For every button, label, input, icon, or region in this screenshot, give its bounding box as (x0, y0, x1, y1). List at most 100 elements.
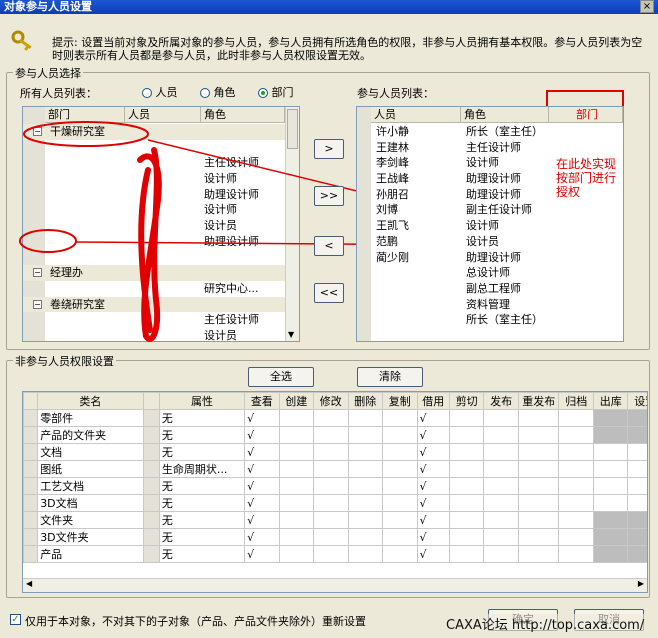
radio-person-circle[interactable] (142, 88, 152, 98)
perm-cell[interactable] (627, 409, 647, 427)
list-item[interactable]: 设计员 (23, 218, 285, 234)
scroll-left-icon[interactable]: ◀ (26, 579, 32, 588)
perm-attr[interactable]: 无 (158, 528, 246, 546)
list-item[interactable]: 设计师 (23, 202, 285, 218)
perm-col-header[interactable]: 复制 (382, 392, 418, 410)
perm-borrow-cell[interactable]: √ (416, 494, 450, 512)
perm-cell[interactable] (592, 477, 629, 495)
perm-cell[interactable] (627, 528, 647, 546)
participant-row[interactable]: 王凯飞 设计师 (357, 218, 549, 234)
perm-cell[interactable] (382, 460, 418, 478)
perm-attr[interactable]: 无 (158, 545, 246, 563)
perm-cell[interactable] (382, 443, 418, 461)
perm-cell[interactable] (483, 528, 519, 546)
perm-cell[interactable] (278, 409, 315, 427)
perm-col-header[interactable]: 剪切 (448, 392, 485, 410)
perm-cell[interactable] (347, 460, 384, 478)
perm-borrow-cell[interactable]: √ (416, 528, 450, 546)
perm-col-header[interactable]: 创建 (278, 392, 315, 410)
participant-row[interactable]: 范鹏 设计员 (357, 234, 549, 250)
perm-cell[interactable] (278, 426, 315, 444)
perm-cell[interactable] (347, 511, 384, 529)
perm-cell[interactable] (382, 477, 418, 495)
perm-cell[interactable] (448, 460, 485, 478)
perm-cell[interactable] (558, 409, 594, 427)
perm-col-header[interactable]: 重发布 (517, 392, 560, 410)
perm-cell[interactable] (517, 477, 560, 495)
perm-cell[interactable] (382, 409, 418, 427)
perm-cell[interactable] (627, 494, 647, 512)
perm-cell[interactable] (558, 545, 594, 563)
perm-cell[interactable] (517, 494, 560, 512)
remove-all-button[interactable]: << (314, 283, 344, 303)
perm-cell[interactable] (278, 477, 315, 495)
participant-row[interactable]: 王建林 主任设计师 (357, 140, 549, 156)
perm-cell[interactable] (592, 528, 629, 546)
scroll-down-icon[interactable]: ▼ (288, 330, 294, 339)
perm-cell[interactable] (592, 426, 629, 444)
perm-cell[interactable] (313, 460, 349, 478)
perm-view-cell[interactable]: √ (244, 409, 280, 427)
perm-view-cell[interactable]: √ (244, 511, 280, 529)
perm-cell[interactable] (313, 494, 349, 512)
perm-cell[interactable] (313, 443, 349, 461)
perm-cell[interactable] (592, 409, 629, 427)
list-item[interactable]: 主任设计师 (23, 312, 285, 328)
select-all-button[interactable]: 全选 (248, 367, 314, 387)
perm-cell[interactable] (592, 511, 629, 529)
clear-button[interactable]: 清除 (357, 367, 423, 387)
perm-cell[interactable] (483, 443, 519, 461)
perm-cell[interactable] (347, 528, 384, 546)
perm-cell[interactable] (517, 460, 560, 478)
collapse-icon[interactable]: − (33, 268, 42, 278)
col-header-person[interactable]: 人员 (125, 107, 201, 123)
perm-cell[interactable] (313, 409, 349, 427)
perm-cell[interactable] (347, 477, 384, 495)
participant-row[interactable]: 李剑峰 设计师 (357, 155, 549, 171)
perm-col-header[interactable]: 归档 (558, 392, 594, 410)
right-col-header-dept[interactable]: 部门 (549, 107, 623, 123)
perm-attr[interactable]: 无 (158, 443, 246, 461)
participant-row[interactable]: 所长（室主任） (357, 312, 549, 328)
collapse-icon[interactable]: − (33, 299, 42, 309)
list-item[interactable]: 助理设计师 (23, 187, 285, 203)
perm-cell[interactable] (278, 460, 315, 478)
apply-only-checkbox[interactable]: ✓ (10, 614, 21, 625)
perm-cell[interactable] (517, 409, 560, 427)
perm-cell[interactable] (627, 443, 647, 461)
perm-cell[interactable] (627, 426, 647, 444)
all-people-list[interactable]: 部门 人员 角色 − 干燥研究室 主任设计师 设计师 助理设计师 设计师 设计员 助理设计师 −… (22, 106, 300, 342)
perm-cell[interactable] (382, 426, 418, 444)
perm-borrow-cell[interactable]: √ (416, 460, 450, 478)
perm-cell[interactable] (627, 477, 647, 495)
participant-row[interactable]: 资料管理 (357, 297, 549, 313)
perm-view-cell[interactable]: √ (244, 426, 280, 444)
right-col-header-person[interactable]: 人员 (371, 107, 461, 123)
perm-attr[interactable]: 无 (158, 477, 246, 495)
perm-cell[interactable] (347, 443, 384, 461)
perm-row[interactable]: 产品的文件夹无 √ √ (23, 426, 647, 444)
perm-row[interactable]: 零部件无 √ √ (23, 409, 647, 427)
perm-row[interactable]: 产品无 √ √ (23, 545, 647, 563)
dept-group-row[interactable]: − 卷绕研究室 (23, 296, 285, 313)
perm-col-header[interactable]: 借用 (416, 392, 450, 410)
col-header-dept[interactable]: 部门 (45, 107, 125, 123)
perm-cell[interactable] (278, 511, 315, 529)
participant-row[interactable]: 刘博 副主任设计师 (357, 202, 549, 218)
left-scroll-thumb[interactable] (287, 109, 298, 149)
perm-cell[interactable] (448, 409, 485, 427)
participant-row[interactable]: 蔺少刚 助理设计师 (357, 250, 549, 266)
perm-cell[interactable] (517, 443, 560, 461)
remove-button[interactable]: < (314, 236, 344, 256)
add-button[interactable]: > (314, 139, 344, 159)
perm-cell[interactable] (592, 545, 629, 563)
perm-col-header[interactable]: 属性 (158, 392, 246, 410)
radio-person[interactable]: 人员 (142, 84, 178, 100)
perm-cell[interactable] (558, 477, 594, 495)
perm-borrow-cell[interactable]: √ (416, 426, 450, 444)
perm-cell[interactable] (347, 494, 384, 512)
participant-row[interactable]: 许小静 所长（室主任） (357, 124, 549, 140)
perm-cell[interactable] (382, 545, 418, 563)
perm-row[interactable]: 3D文档无 √ √ (23, 494, 647, 512)
perm-cell[interactable] (448, 426, 485, 444)
